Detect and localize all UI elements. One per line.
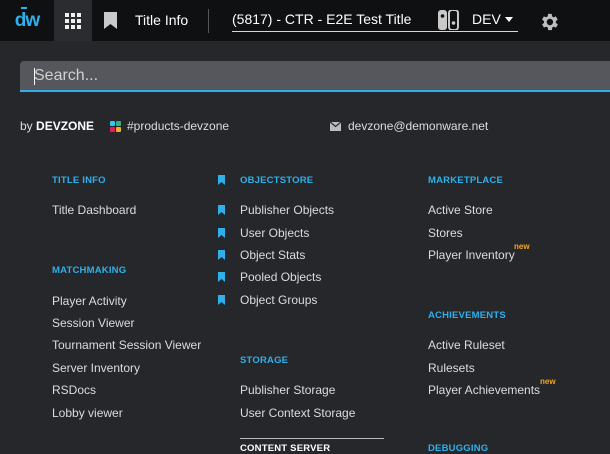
section-header-title-info: TITLE INFO bbox=[52, 175, 106, 186]
section-header-content-server: CONTENT SERVER bbox=[240, 443, 331, 454]
link-user-context-storage[interactable]: User Context Storage bbox=[240, 406, 355, 420]
link-player-activity[interactable]: Player Activity bbox=[52, 294, 127, 308]
bookmark-icon[interactable] bbox=[218, 175, 225, 185]
bookmark-icon[interactable] bbox=[104, 12, 117, 29]
title-info-link[interactable]: Title Info bbox=[135, 12, 188, 28]
selected-title: (5817) - CTR - E2E Test Title bbox=[232, 11, 412, 27]
search-bar bbox=[20, 61, 610, 92]
link-server-inventory[interactable]: Server Inventory bbox=[52, 361, 140, 375]
link-active-ruleset[interactable]: Active Ruleset bbox=[428, 338, 505, 352]
gear-icon[interactable] bbox=[538, 11, 560, 33]
link-session-viewer[interactable]: Session Viewer bbox=[52, 316, 135, 330]
mail-icon bbox=[330, 121, 341, 131]
section-header-marketplace: MARKETPLACE bbox=[428, 175, 504, 186]
link-publisher-storage[interactable]: Publisher Storage bbox=[240, 383, 335, 397]
top-bar: dw Title Info (5817) - CTR - E2E Test Ti… bbox=[0, 0, 610, 41]
bookmark-icon[interactable] bbox=[218, 205, 225, 215]
link-player-inventory[interactable]: Player Inventory bbox=[428, 248, 515, 262]
link-pooled-objects[interactable]: Pooled Objects bbox=[240, 270, 321, 284]
divider bbox=[208, 9, 209, 33]
chevron-down-icon[interactable] bbox=[505, 17, 513, 22]
slack-icon bbox=[110, 120, 121, 132]
new-badge: new bbox=[514, 242, 530, 251]
new-badge: new bbox=[540, 377, 556, 386]
link-publisher-objects[interactable]: Publisher Objects bbox=[240, 203, 334, 217]
devzone-logo[interactable]: dw bbox=[0, 0, 54, 41]
search-input[interactable] bbox=[20, 61, 610, 90]
link-lobby-viewer[interactable]: Lobby viewer bbox=[52, 406, 123, 420]
email-link[interactable]: devzone@demonware.net bbox=[330, 119, 488, 133]
apps-grid-button[interactable] bbox=[54, 0, 92, 41]
byline-devzone: DEVZONE bbox=[36, 119, 95, 133]
title-selector[interactable]: (5817) - CTR - E2E Test Title DEV bbox=[232, 0, 518, 32]
section-header-matchmaking: MATCHMAKING bbox=[52, 265, 127, 276]
link-rsdocs[interactable]: RSDocs bbox=[52, 383, 96, 397]
bookmark-icon[interactable] bbox=[218, 250, 225, 260]
section-header-debugging: DEBUGGING bbox=[428, 443, 489, 454]
link-object-stats[interactable]: Object Stats bbox=[240, 248, 305, 262]
section-header-achievements: ACHIEVEMENTS bbox=[428, 310, 506, 321]
slack-channel-link[interactable]: #products-devzone bbox=[110, 119, 229, 133]
link-stores[interactable]: Stores bbox=[428, 226, 463, 240]
section-header-storage: STORAGE bbox=[240, 355, 289, 366]
link-tournament-session-viewer[interactable]: Tournament Session Viewer bbox=[52, 338, 201, 352]
bookmark-icon[interactable] bbox=[218, 228, 225, 238]
section-divider bbox=[240, 438, 384, 439]
bookmark-icon[interactable] bbox=[218, 295, 225, 305]
text-cursor bbox=[34, 68, 35, 85]
link-user-objects[interactable]: User Objects bbox=[240, 226, 309, 240]
link-rulesets[interactable]: Rulesets bbox=[428, 361, 475, 375]
section-header-objectstore: OBJECTSTORE bbox=[240, 175, 314, 186]
environment-select[interactable]: DEV bbox=[472, 11, 501, 27]
link-active-store[interactable]: Active Store bbox=[428, 203, 493, 217]
link-object-groups[interactable]: Object Groups bbox=[240, 293, 317, 307]
nintendo-switch-icon bbox=[438, 10, 459, 30]
link-title-dashboard[interactable]: Title Dashboard bbox=[52, 203, 136, 217]
link-player-achievements[interactable]: Player Achievements bbox=[428, 383, 540, 397]
bookmark-icon[interactable] bbox=[218, 272, 225, 282]
byline-by: by DEVZONE bbox=[20, 119, 95, 133]
